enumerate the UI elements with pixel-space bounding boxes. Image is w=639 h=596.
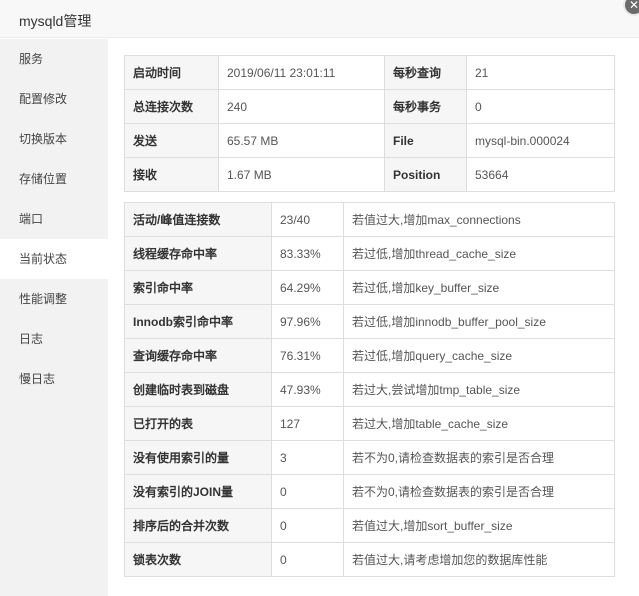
stat-advice: 若不为0,请检查数据表的索引是否合理 xyxy=(343,474,615,509)
stat-row: 没有使用索引的量 3 若不为0,请检查数据表的索引是否合理 xyxy=(124,440,615,475)
stat-row: 索引命中率 64.29% 若过低,增加key_buffer_size xyxy=(124,270,615,305)
stat-advice: 若过大,增加table_cache_size xyxy=(343,406,615,441)
stat-row: 查询缓存命中率 76.31% 若过低,增加query_cache_size xyxy=(124,338,615,373)
stat-value: 97.96% xyxy=(271,304,344,339)
stat-advice: 若值过大,增加max_connections xyxy=(343,202,615,237)
stat-value: 0 xyxy=(271,474,344,509)
stat-advice: 若过低,增加innodb_buffer_pool_size xyxy=(343,304,615,339)
stat-advice: 若不为0,请检查数据表的索引是否合理 xyxy=(343,440,615,475)
stat-advice: 若过大,尝试增加tmp_table_size xyxy=(343,372,615,407)
sidebar-item-storage[interactable]: 存储位置 xyxy=(0,159,108,199)
stat-row: 排序后的合并次数 0 若值过大,增加sort_buffer_size xyxy=(124,508,615,543)
sidebar-item-version[interactable]: 切换版本 xyxy=(0,119,108,159)
info-label: File xyxy=(384,123,467,158)
stat-name: 活动/峰值连接数 xyxy=(124,202,272,237)
sidebar-item-log[interactable]: 日志 xyxy=(0,319,108,359)
sidebar-item-config[interactable]: 配置修改 xyxy=(0,79,108,119)
info-row: 启动时间 2019/06/11 23:01:11 每秒查询 21 xyxy=(124,55,615,90)
stat-row: 没有索引的JOIN量 0 若不为0,请检查数据表的索引是否合理 xyxy=(124,474,615,509)
sidebar: 服务 配置修改 切换版本 存储位置 端口 当前状态 性能调整 日志 慢日志 xyxy=(0,39,108,596)
sidebar-item-status[interactable]: 当前状态 xyxy=(0,239,108,279)
stat-value: 23/40 xyxy=(271,202,344,237)
sidebar-item-slow-log[interactable]: 慢日志 xyxy=(0,359,108,399)
stat-row: 活动/峰值连接数 23/40 若值过大,增加max_connections xyxy=(124,202,615,237)
stat-value: 76.31% xyxy=(271,338,344,373)
info-value: 0 xyxy=(466,89,615,124)
info-label: Position xyxy=(384,157,467,192)
stat-row: 线程缓存命中率 83.33% 若过低,增加thread_cache_size xyxy=(124,236,615,271)
info-value: mysql-bin.000024 xyxy=(466,123,615,158)
server-info-table: 启动时间 2019/06/11 23:01:11 每秒查询 21 总连接次数 240 每秒事… xyxy=(124,55,615,192)
title-bar: mysqld管理 xyxy=(0,0,639,38)
info-row: 总连接次数 240 每秒事务 0 xyxy=(124,89,615,124)
stat-advice: 若值过大,请考虑增加您的数据库性能 xyxy=(343,542,615,577)
stat-value: 0 xyxy=(271,542,344,577)
status-panel: 启动时间 2019/06/11 23:01:11 每秒查询 21 总连接次数 240 每秒事… xyxy=(108,39,639,596)
stat-advice: 若过低,增加key_buffer_size xyxy=(343,270,615,305)
info-label: 每秒事务 xyxy=(384,89,467,124)
performance-stats-table: 活动/峰值连接数 23/40 若值过大,增加max_connections 线程缓存命… xyxy=(124,202,615,577)
stat-advice: 若过低,增加thread_cache_size xyxy=(343,236,615,271)
stat-row: 已打开的表 127 若过大,增加table_cache_size xyxy=(124,406,615,441)
info-row: 接收 1.67 MB Position 53664 xyxy=(124,157,615,192)
stat-value: 83.33% xyxy=(271,236,344,271)
stat-value: 47.93% xyxy=(271,372,344,407)
stat-name: 锁表次数 xyxy=(124,542,272,577)
info-label: 发送 xyxy=(124,123,219,158)
stat-name: 已打开的表 xyxy=(124,406,272,441)
stat-advice: 若过低,增加query_cache_size xyxy=(343,338,615,373)
stat-name: 没有索引的JOIN量 xyxy=(124,474,272,509)
info-label: 接收 xyxy=(124,157,219,192)
sidebar-item-service[interactable]: 服务 xyxy=(0,39,108,79)
info-label: 总连接次数 xyxy=(124,89,219,124)
info-label: 启动时间 xyxy=(124,55,219,90)
stat-value: 64.29% xyxy=(271,270,344,305)
stat-value: 0 xyxy=(271,508,344,543)
info-value: 65.57 MB xyxy=(218,123,385,158)
info-value: 53664 xyxy=(466,157,615,192)
stat-name: 没有使用索引的量 xyxy=(124,440,272,475)
stat-value: 3 xyxy=(271,440,344,475)
info-label: 每秒查询 xyxy=(384,55,467,90)
info-value: 1.67 MB xyxy=(218,157,385,192)
info-value: 21 xyxy=(466,55,615,90)
stat-name: 排序后的合并次数 xyxy=(124,508,272,543)
sidebar-item-performance[interactable]: 性能调整 xyxy=(0,279,108,319)
window-title: mysqld管理 xyxy=(19,13,92,29)
info-value: 240 xyxy=(218,89,385,124)
stat-name: 创建临时表到磁盘 xyxy=(124,372,272,407)
stat-name: 索引命中率 xyxy=(124,270,272,305)
stat-row: 锁表次数 0 若值过大,请考虑增加您的数据库性能 xyxy=(124,542,615,577)
stat-name: 线程缓存命中率 xyxy=(124,236,272,271)
stat-value: 127 xyxy=(271,406,344,441)
info-value: 2019/06/11 23:01:11 xyxy=(218,55,385,90)
stat-name: 查询缓存命中率 xyxy=(124,338,272,373)
stat-advice: 若值过大,增加sort_buffer_size xyxy=(343,508,615,543)
info-row: 发送 65.57 MB File mysql-bin.000024 xyxy=(124,123,615,158)
stat-name: Innodb索引命中率 xyxy=(124,304,272,339)
sidebar-item-port[interactable]: 端口 xyxy=(0,199,108,239)
stat-row: 创建临时表到磁盘 47.93% 若过大,尝试增加tmp_table_size xyxy=(124,372,615,407)
stat-row: Innodb索引命中率 97.96% 若过低,增加innodb_buffer_poo… xyxy=(124,304,615,339)
